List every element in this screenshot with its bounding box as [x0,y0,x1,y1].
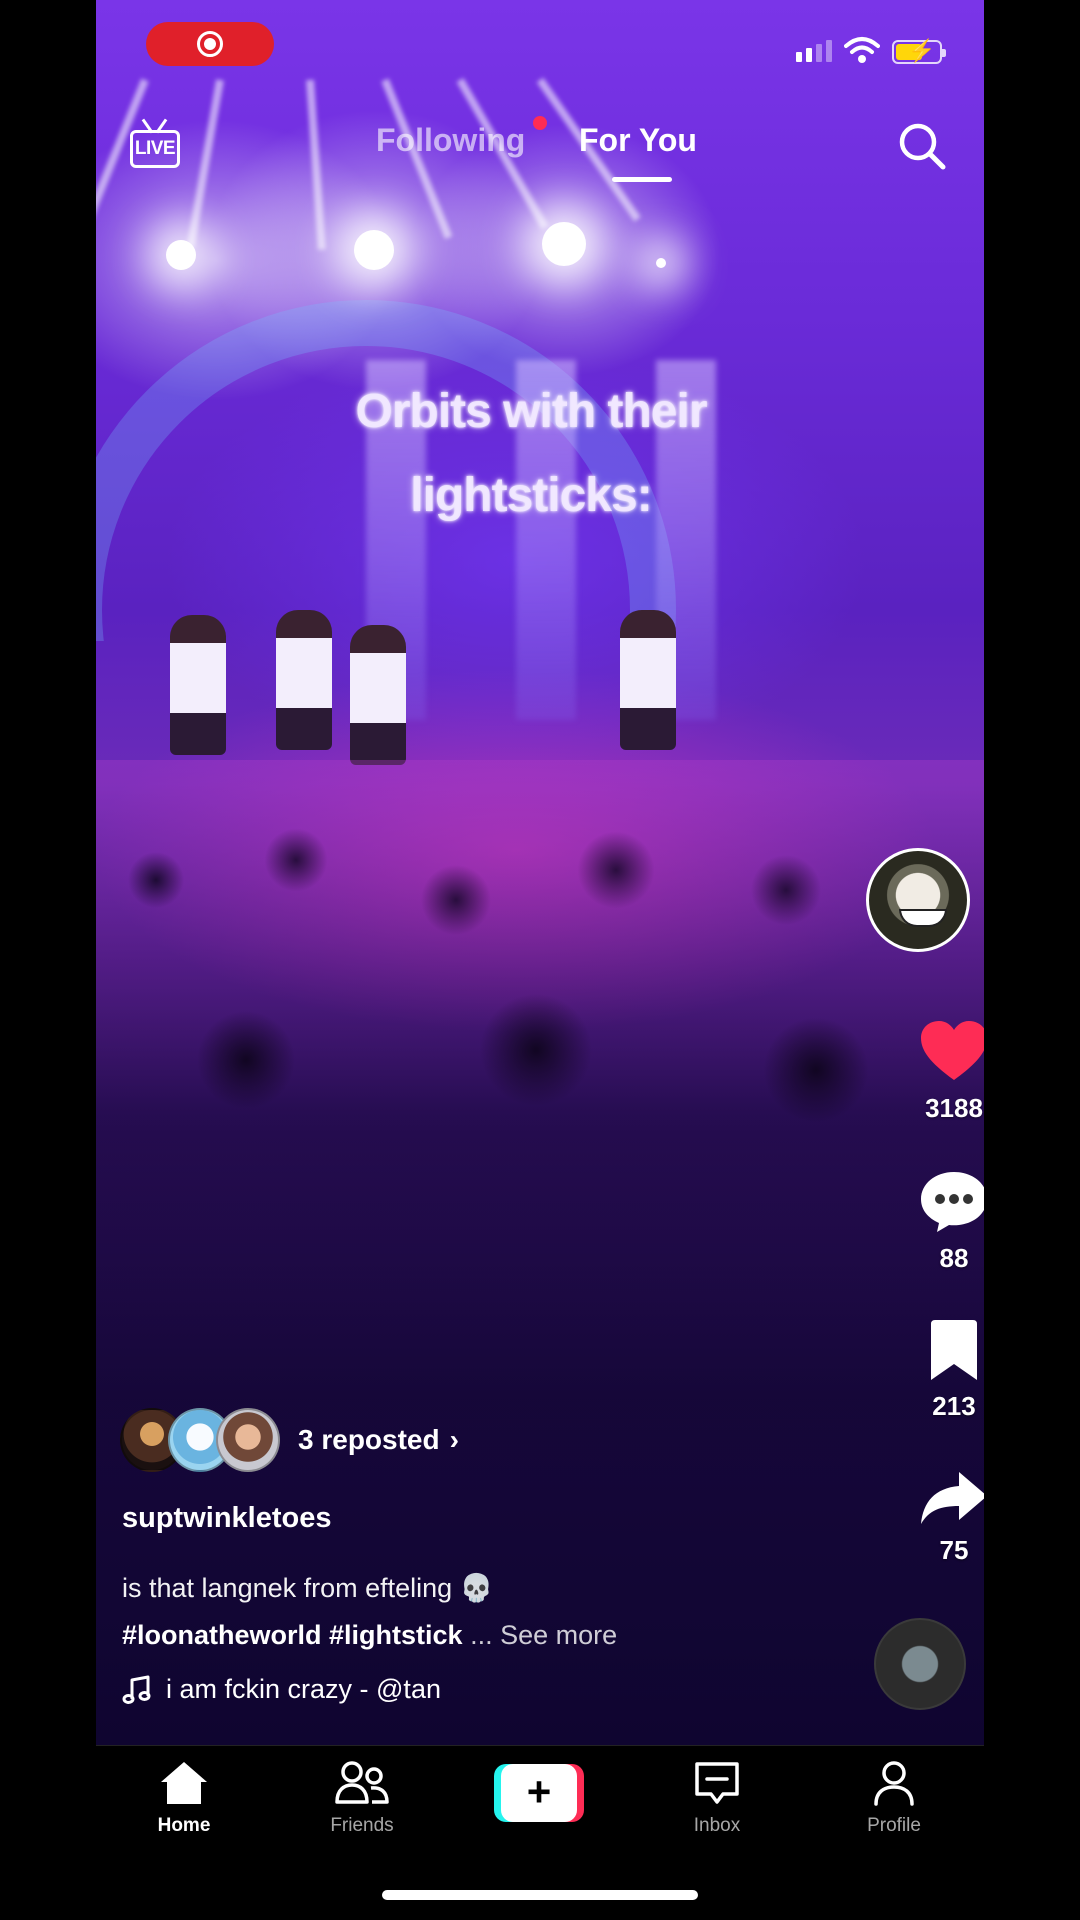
comment-button[interactable]: 88 [894,1170,984,1274]
record-icon [197,31,223,57]
bookmark-count: 213 [932,1391,976,1421]
bookmark-icon [931,1320,977,1380]
nav-friends[interactable]: Friends [302,1760,422,1837]
light-beam [186,79,224,249]
create-button[interactable]: + [494,1764,584,1822]
comment-bubble-icon [921,1172,984,1232]
tiktok-screen: Orbits with their lightsticks: ⚡ LIVE Fo… [96,0,984,1920]
overlay-line: lightsticks: [410,469,652,522]
plus-icon: + [501,1764,577,1822]
share-arrow-icon [921,1472,984,1524]
creator-avatar[interactable] [866,848,970,952]
reposted-row[interactable]: 3 reposted › [120,1408,459,1472]
reposter-avatar [216,1408,280,1472]
wifi-icon [844,37,880,63]
hashtag-row: #loonatheworld #lightstick ... See more [122,1620,617,1651]
see-more-link[interactable]: ... See more [470,1620,617,1650]
charging-bolt-icon: ⚡ [908,38,936,63]
like-button[interactable]: 3188 [894,1020,984,1124]
notification-dot [533,116,547,130]
active-tab-indicator [612,177,672,182]
nav-home[interactable]: Home [124,1760,244,1837]
nav-inbox[interactable]: Inbox [657,1760,777,1837]
search-icon[interactable] [896,120,948,172]
chevron-right-icon: › [449,1424,459,1455]
stage-light [354,230,394,270]
performer [350,625,406,765]
friends-icon [335,1761,389,1804]
cellular-signal-icon [796,40,832,62]
overlay-line: Orbits with their [355,385,707,438]
bookmark-button[interactable]: 213 [894,1318,984,1422]
hashtag-link[interactable]: #lightstick [329,1620,463,1650]
caption-text: is that langnek from efteling [122,1573,453,1603]
hashtag-link[interactable]: #loonatheworld [122,1620,322,1650]
screen-recording-indicator[interactable] [146,22,274,66]
inbox-icon [695,1762,739,1804]
video-player[interactable]: Orbits with their lightsticks: [96,0,984,1745]
stage-light [542,222,586,266]
home-indicator[interactable] [382,1890,698,1900]
comment-count: 88 [939,1243,969,1273]
profile-icon [874,1761,914,1806]
home-icon [161,1762,207,1804]
performer [276,610,332,750]
nav-label: Profile [867,1815,921,1836]
music-disc-icon[interactable] [874,1618,966,1710]
nav-label: Home [157,1815,211,1836]
heart-icon [921,1021,984,1080]
light-beam [306,79,326,250]
share-button[interactable]: 75 [894,1470,984,1566]
share-count: 75 [939,1535,969,1565]
nav-label: Friends [330,1815,394,1836]
reposted-label: 3 reposted [298,1424,440,1455]
live-tv-icon: LIVE [130,130,180,168]
crowd [96,760,984,1460]
sound-row[interactable]: i am fckin crazy - @tan [122,1674,441,1705]
tab-following[interactable]: Following [376,122,525,159]
live-button[interactable]: LIVE [128,118,182,168]
sound-name: i am fckin crazy - @tan [166,1674,441,1704]
stage-light [656,258,666,268]
stage-light [166,240,196,270]
skull-emoji: 💀 [459,1573,494,1603]
music-note-icon [122,1675,151,1704]
post-caption: is that langnek from efteling 💀 [122,1572,493,1604]
like-count: 3188 [925,1093,983,1123]
performer [170,615,226,755]
performer [620,610,676,750]
nav-label: Inbox [693,1815,741,1836]
nav-profile[interactable]: Profile [834,1760,954,1837]
video-overlay-text: Orbits with their lightsticks: [96,370,966,538]
creator-username[interactable]: suptwinkletoes [122,1502,332,1535]
tab-for-you[interactable]: For You [579,122,697,159]
